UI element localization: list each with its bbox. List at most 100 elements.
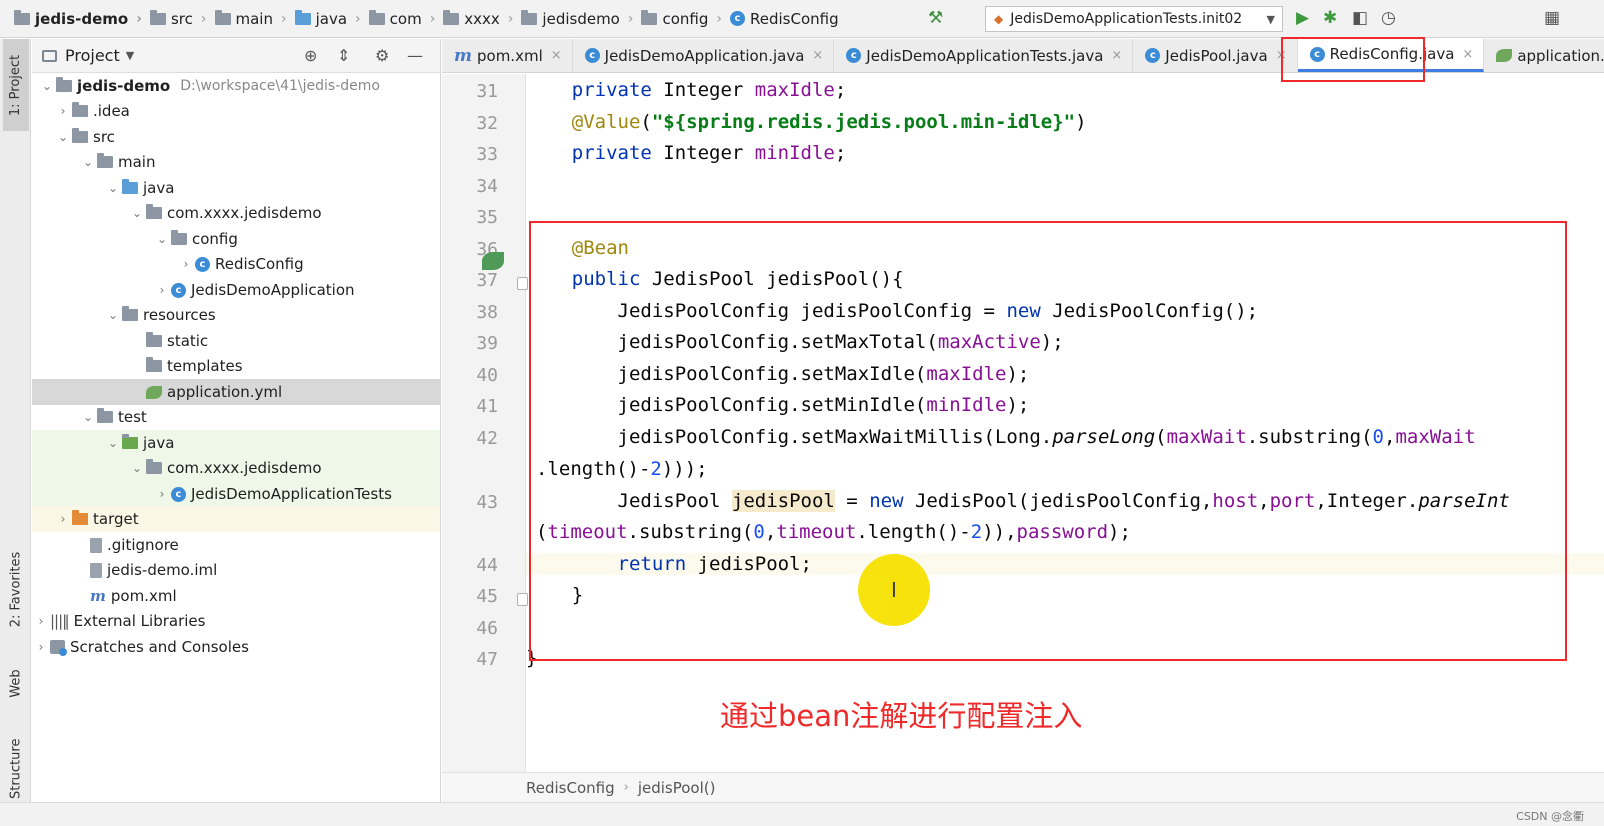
- spring-bean-icon[interactable]: [482, 252, 504, 270]
- chevron-down-icon[interactable]: ⌄: [104, 308, 122, 322]
- project-structure-icon[interactable]: ▦: [1544, 8, 1560, 28]
- close-icon[interactable]: ×: [1462, 47, 1473, 62]
- module-file-icon: [90, 562, 102, 578]
- tree-item-idea[interactable]: › .idea: [32, 98, 440, 124]
- tree-item-scratches[interactable]: › Scratches and Consoles: [32, 634, 440, 660]
- tree-item-jedisdemoapplication[interactable]: › c JedisDemoApplication: [32, 277, 440, 303]
- tree-item-templates[interactable]: templates: [32, 353, 440, 379]
- breadcrumb-method[interactable]: jedisPool(): [638, 779, 716, 797]
- tree-item-target[interactable]: › target: [32, 506, 440, 532]
- maven-icon: m: [90, 587, 106, 605]
- project-tool-button[interactable]: 1: Project: [3, 39, 29, 131]
- coverage-icon[interactable]: ◧: [1352, 8, 1368, 28]
- folder-icon: [72, 102, 88, 117]
- close-icon[interactable]: ×: [812, 48, 823, 63]
- line-number: 42: [476, 428, 498, 449]
- tree-item-resources[interactable]: ⌄ resources: [32, 302, 440, 328]
- chevron-right-icon: ›: [627, 10, 634, 27]
- chevron-down-icon[interactable]: ⌄: [38, 79, 56, 93]
- profile-icon[interactable]: ◷: [1381, 8, 1396, 28]
- chevron-down-icon[interactable]: ⌄: [79, 410, 97, 424]
- minimize-icon[interactable]: —: [407, 46, 423, 65]
- tree-item-static[interactable]: static: [32, 328, 440, 354]
- nav-crumb-java[interactable]: java ›: [294, 9, 369, 28]
- build-hammer-icon[interactable]: ⚒: [928, 8, 943, 28]
- tree-item-test[interactable]: ⌄ test: [32, 404, 440, 430]
- nav-crumb-xxxx[interactable]: xxxx ›: [443, 9, 521, 28]
- favorites-tool-button[interactable]: 2: Favorites: [3, 539, 29, 639]
- collapse-all-icon[interactable]: ⇕: [337, 46, 350, 65]
- nav-crumb-src[interactable]: src ›: [149, 9, 215, 28]
- tree-item-application-yml[interactable]: application.yml: [32, 379, 440, 405]
- tab-jedisdemoapplication[interactable]: c JedisDemoApplication.java ×: [573, 39, 835, 72]
- tree-item-root[interactable]: ⌄ jedis-demo D:\workspace\41\jedis-demo: [32, 73, 440, 99]
- code-line: JedisPool jedisPool = new JedisPool(jedi…: [526, 490, 1510, 512]
- chevron-right-icon[interactable]: ›: [153, 487, 171, 501]
- tree-item-src[interactable]: ⌄ src: [32, 124, 440, 150]
- chevron-down-icon[interactable]: ⌄: [104, 436, 122, 450]
- code-line: .length()-2)));: [536, 458, 708, 480]
- locate-file-icon[interactable]: ⊕: [304, 46, 317, 65]
- tree-item-pom[interactable]: m pom.xml: [32, 583, 440, 609]
- chevron-right-icon[interactable]: ›: [32, 640, 50, 654]
- breadcrumb-class[interactable]: RedisConfig: [526, 779, 615, 797]
- chevron-right-icon[interactable]: ›: [54, 512, 72, 526]
- spring-class-icon: c: [171, 282, 186, 298]
- line-number: 32: [476, 113, 498, 134]
- chevron-right-icon[interactable]: ›: [32, 614, 50, 628]
- nav-crumb-com[interactable]: com ›: [368, 9, 444, 28]
- tree-item-iml[interactable]: jedis-demo.iml: [32, 557, 440, 583]
- chevron-down-icon[interactable]: ▼: [126, 49, 134, 62]
- close-icon[interactable]: ×: [551, 48, 562, 63]
- tab-redisconfig[interactable]: c RedisConfig.java ×: [1297, 39, 1485, 72]
- tab-application-yml[interactable]: application.ym: [1484, 39, 1604, 72]
- project-tool-window: Project ▼ ⊕ ⇕ ⚙ — ⌄ jedis-demo D:\worksp…: [32, 39, 441, 826]
- gear-icon[interactable]: ⚙: [375, 46, 389, 65]
- nav-crumb-config[interactable]: config ›: [641, 9, 730, 28]
- debug-bug-icon[interactable]: ✱: [1323, 8, 1337, 28]
- chevron-right-icon[interactable]: ›: [54, 104, 72, 118]
- nav-crumb-main[interactable]: main ›: [214, 9, 295, 28]
- nav-crumb-project[interactable]: jedis-demo ›: [14, 9, 150, 28]
- chevron-down-icon[interactable]: ⌄: [54, 130, 72, 144]
- chevron-right-icon: ›: [355, 10, 361, 27]
- tree-item-external-libraries[interactable]: › |||‖ External Libraries: [32, 608, 440, 634]
- mouse-cursor-highlight: I: [858, 554, 930, 626]
- close-icon[interactable]: ×: [1111, 48, 1122, 63]
- tree-item-jedisdemoapplicationtests[interactable]: › c JedisDemoApplicationTests: [32, 481, 440, 507]
- line-number: 47: [476, 649, 498, 670]
- left-tool-window-strip: 1: Project 2: Favorites Web Z: Structure: [0, 39, 31, 826]
- chevron-right-icon[interactable]: ›: [153, 283, 171, 297]
- line-number: 46: [476, 618, 498, 639]
- tree-item-main-java[interactable]: ⌄ java: [32, 175, 440, 201]
- tree-item-package-main[interactable]: ⌄ com.xxxx.jedisdemo: [32, 200, 440, 226]
- nav-crumb-redisconfig[interactable]: c RedisConfig: [730, 10, 839, 28]
- chevron-down-icon[interactable]: ⌄: [79, 155, 97, 169]
- package-icon: [443, 9, 460, 25]
- run-icon[interactable]: ▶: [1296, 8, 1309, 28]
- tab-jedispool[interactable]: c JedisPool.java ×: [1133, 39, 1298, 72]
- run-configuration-selector[interactable]: ◆ JedisDemoApplicationTests.init02 ▼: [985, 6, 1283, 32]
- tree-item-redisconfig[interactable]: › c RedisConfig: [32, 251, 440, 277]
- chevron-down-icon[interactable]: ⌄: [128, 461, 146, 475]
- tree-item-gitignore[interactable]: .gitignore: [32, 532, 440, 558]
- text-cursor-icon: I: [891, 578, 897, 602]
- package-icon: [521, 9, 538, 25]
- tree-item-test-java[interactable]: ⌄ java: [32, 430, 440, 456]
- chevron-down-icon[interactable]: ⌄: [128, 206, 146, 220]
- nav-crumb-jedisdemo[interactable]: jedisdemo ›: [521, 9, 641, 28]
- close-icon[interactable]: ×: [1276, 48, 1287, 63]
- chevron-down-icon[interactable]: ⌄: [104, 181, 122, 195]
- tab-jedisdemoapplicationtests[interactable]: c JedisDemoApplicationTests.java ×: [834, 39, 1134, 72]
- excluded-folder-icon: [72, 510, 88, 525]
- code-editor[interactable]: 31 32 33 34 35 36 37 38 39 40 41 42 43 4…: [442, 74, 1604, 790]
- tree-item-package-test[interactable]: ⌄ com.xxxx.jedisdemo: [32, 455, 440, 481]
- web-tool-button[interactable]: Web: [3, 653, 29, 713]
- code-line: jedisPoolConfig.setMaxTotal(maxActive);: [526, 331, 1064, 353]
- chevron-right-icon[interactable]: ›: [177, 257, 195, 271]
- tab-pom-xml[interactable]: m pom.xml ×: [442, 39, 573, 72]
- tree-item-config[interactable]: ⌄ config: [32, 226, 440, 252]
- chevron-down-icon[interactable]: ⌄: [153, 232, 171, 246]
- project-view-selector[interactable]: Project: [65, 46, 120, 65]
- tree-item-main[interactable]: ⌄ main: [32, 149, 440, 175]
